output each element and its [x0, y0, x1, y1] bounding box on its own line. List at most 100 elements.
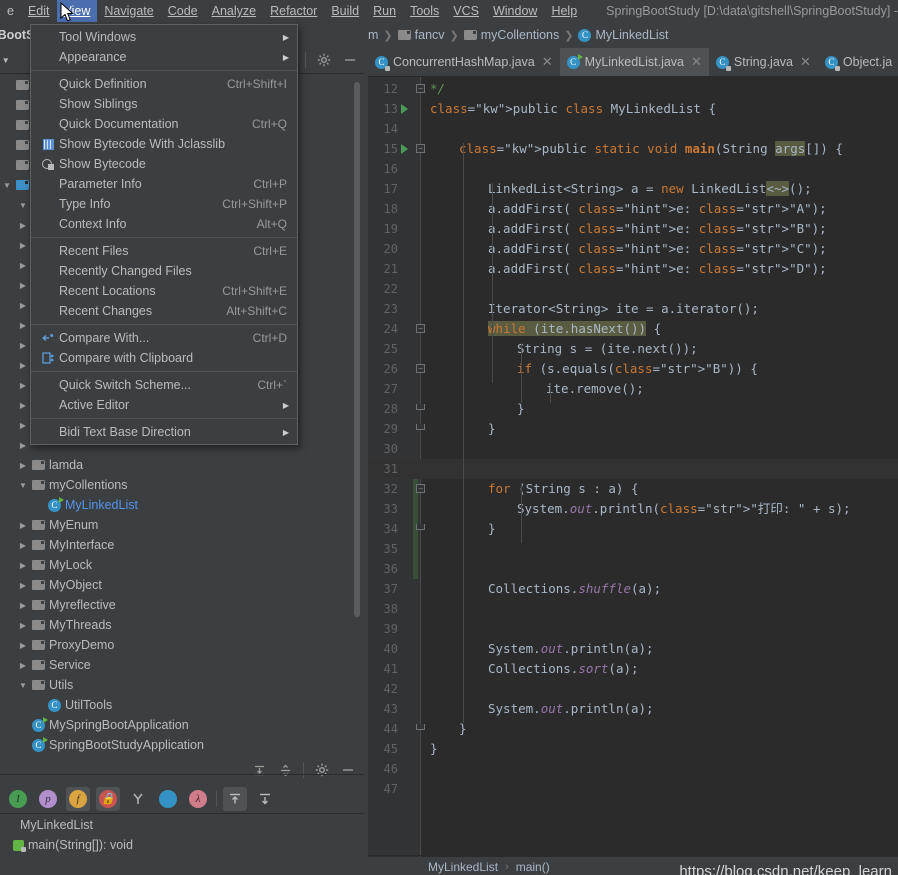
gear-icon[interactable]	[316, 52, 332, 68]
project-tree-row[interactable]: ▶ Service	[0, 655, 356, 675]
view-menu-item[interactable]: Show Bytecode With Jclasslib	[31, 134, 297, 154]
project-tree-row[interactable]: ▶ lamda	[0, 455, 356, 475]
chevron-right-icon[interactable]: ▶	[16, 641, 30, 650]
breadcrumb-item[interactable]: fancv	[397, 28, 445, 42]
code-fold-icon[interactable]	[416, 424, 425, 430]
code-line[interactable]: if (s.equals(class="str">"B")) {	[517, 359, 758, 379]
view-menu-item[interactable]: Bidi Text Base Direction ▶	[31, 422, 297, 442]
collapse-all-structure-icon[interactable]	[277, 762, 293, 778]
code-fold-icon[interactable]	[416, 524, 425, 530]
code-line[interactable]: System.out.println(a);	[488, 639, 654, 659]
code-fold-icon[interactable]: −	[416, 484, 425, 493]
view-menu-item[interactable]: Quick Switch Scheme... Ctrl+`	[31, 375, 297, 395]
code-line[interactable]: }	[488, 419, 496, 439]
chevron-right-icon[interactable]: ▶	[16, 261, 30, 270]
chevron-right-icon[interactable]: ▶	[16, 301, 30, 310]
code-line[interactable]: Collections.sort(a);	[488, 659, 639, 679]
menu-item-build[interactable]: Build	[324, 0, 366, 22]
code-line[interactable]: class="kw">public static void main(Strin…	[459, 139, 843, 159]
code-line[interactable]: Iterator<String> ite = a.iterator();	[488, 299, 759, 319]
minimize-icon[interactable]	[342, 52, 358, 68]
chevron-right-icon[interactable]: ▶	[16, 621, 30, 630]
chevron-right-icon[interactable]: ▶	[16, 381, 30, 390]
view-menu-item[interactable]: Active Editor ▶	[31, 395, 297, 415]
project-tree-row[interactable]: ▶ MyObject	[0, 575, 356, 595]
code-line[interactable]: a.addFirst( class="hint">e: class="str">…	[488, 199, 827, 219]
chevron-down-icon[interactable]: ▼	[0, 181, 14, 190]
editor-tab[interactable]: C MyLinkedList.java ✕	[559, 48, 710, 76]
view-menu-item[interactable]: Recently Changed Files	[31, 261, 297, 281]
menu-item-code[interactable]: Code	[161, 0, 205, 22]
code-line[interactable]: System.out.println(class="str">"打印: " + …	[517, 499, 851, 519]
code-editor[interactable]: */class="kw">public class MyLinkedList {…	[368, 77, 898, 857]
project-tree-row[interactable]: C SpringBootStudyApplication	[0, 735, 356, 755]
view-menu-item[interactable]: Compare with Clipboard	[31, 348, 297, 368]
chevron-right-icon[interactable]: ▶	[16, 461, 30, 470]
show-fields-icon[interactable]: f	[66, 786, 90, 811]
project-tree-scrollbar[interactable]	[354, 82, 360, 617]
code-line[interactable]: a.addFirst( class="hint">e: class="str">…	[488, 259, 827, 279]
chevron-right-icon[interactable]: ▶	[16, 401, 30, 410]
project-tree-row[interactable]: ▶ MyEnum	[0, 515, 356, 535]
project-tree-row[interactable]: ▶ MyInterface	[0, 535, 356, 555]
code-fold-icon[interactable]: −	[416, 84, 425, 93]
code-fold-icon[interactable]	[416, 724, 425, 730]
code-line[interactable]: for (String s : a) {	[488, 479, 639, 499]
code-line[interactable]: LinkedList<String> a = new LinkedList<~>…	[488, 179, 812, 199]
status-method[interactable]: main()	[516, 860, 550, 874]
chevron-right-icon[interactable]: ▶	[16, 521, 30, 530]
project-view-selector[interactable]: ect ▼	[0, 54, 10, 68]
view-menu-item[interactable]: Compare With... Ctrl+D	[31, 328, 297, 348]
close-icon[interactable]: ✕	[800, 54, 811, 70]
view-menu-item[interactable]: Recent Locations Ctrl+Shift+E	[31, 281, 297, 301]
menu-item-help[interactable]: Help	[544, 0, 584, 22]
code-line[interactable]: }	[488, 519, 496, 539]
code-line[interactable]: Collections.shuffle(a);	[488, 579, 661, 599]
chevron-right-icon[interactable]: ▶	[16, 661, 30, 670]
show-properties-icon[interactable]: p	[36, 787, 60, 811]
code-line[interactable]: class="kw">public class MyLinkedList {	[430, 99, 716, 119]
code-line[interactable]: a.addFirst( class="hint">e: class="str">…	[488, 239, 827, 259]
collapse-all-tree-icon[interactable]	[253, 787, 277, 811]
chevron-down-icon[interactable]: ▼	[16, 481, 30, 490]
structure-tree-row[interactable]: main(String[]): void	[0, 835, 364, 853]
close-icon[interactable]: ✕	[542, 54, 553, 70]
menu-item-navigate[interactable]: Navigate	[97, 0, 160, 22]
chevron-right-icon[interactable]: ▶	[16, 581, 30, 590]
chevron-right-icon[interactable]: ▶	[16, 341, 30, 350]
menu-item-refactor[interactable]: Refactor	[263, 0, 324, 22]
gear-icon-structure[interactable]	[314, 762, 330, 778]
menu-item-analyze[interactable]: Analyze	[205, 0, 263, 22]
project-tree-row[interactable]: ▶ ProxyDemo	[0, 635, 356, 655]
chevron-right-icon[interactable]: ▶	[16, 361, 30, 370]
code-fold-icon[interactable]	[416, 404, 425, 410]
structure-tree-row[interactable]: MyLinkedList	[0, 815, 364, 835]
code-line[interactable]: */	[430, 79, 445, 99]
code-line[interactable]: }	[430, 739, 438, 759]
chevron-right-icon[interactable]: ▶	[16, 281, 30, 290]
editor-tab[interactable]: C ConcurrentHashMap.java ✕	[368, 48, 560, 76]
view-menu-item[interactable]: Recent Changes Alt+Shift+C	[31, 301, 297, 321]
chevron-right-icon[interactable]: ▶	[16, 421, 30, 430]
show-inherited-icon[interactable]: I	[6, 787, 30, 811]
project-tree-row[interactable]: ▶ MyLock	[0, 555, 356, 575]
project-tree-row[interactable]: ▼ myCollentions	[0, 475, 356, 495]
view-menu-item[interactable]: Type Info Ctrl+Shift+P	[31, 194, 297, 214]
show-anonymous-icon[interactable]	[126, 787, 150, 811]
code-line[interactable]: String s = (ite.next());	[517, 339, 698, 359]
close-icon[interactable]: ✕	[691, 54, 702, 70]
view-menu-item[interactable]: Show Siblings	[31, 94, 297, 114]
view-menu-item[interactable]: Recent Files Ctrl+E	[31, 241, 297, 261]
view-menu-item[interactable]: Context Info Alt+Q	[31, 214, 297, 234]
menu-item-window[interactable]: Window	[486, 0, 544, 22]
show-lambdas-icon[interactable]: λ	[186, 787, 210, 811]
view-menu-item[interactable]: Quick Documentation Ctrl+Q	[31, 114, 297, 134]
status-class[interactable]: MyLinkedList	[428, 860, 498, 874]
expand-all-tree-icon[interactable]	[223, 786, 247, 811]
code-fold-icon[interactable]: −	[416, 364, 425, 373]
code-line[interactable]: a.addFirst( class="hint">e: class="str">…	[488, 219, 827, 239]
view-menu-item[interactable]: Show Bytecode	[31, 154, 297, 174]
code-line[interactable]: System.out.println(a);	[488, 699, 654, 719]
view-menu-item[interactable]: Quick Definition Ctrl+Shift+I	[31, 74, 297, 94]
structure-tree[interactable]: MyLinkedList main(String[]): void	[0, 815, 364, 853]
